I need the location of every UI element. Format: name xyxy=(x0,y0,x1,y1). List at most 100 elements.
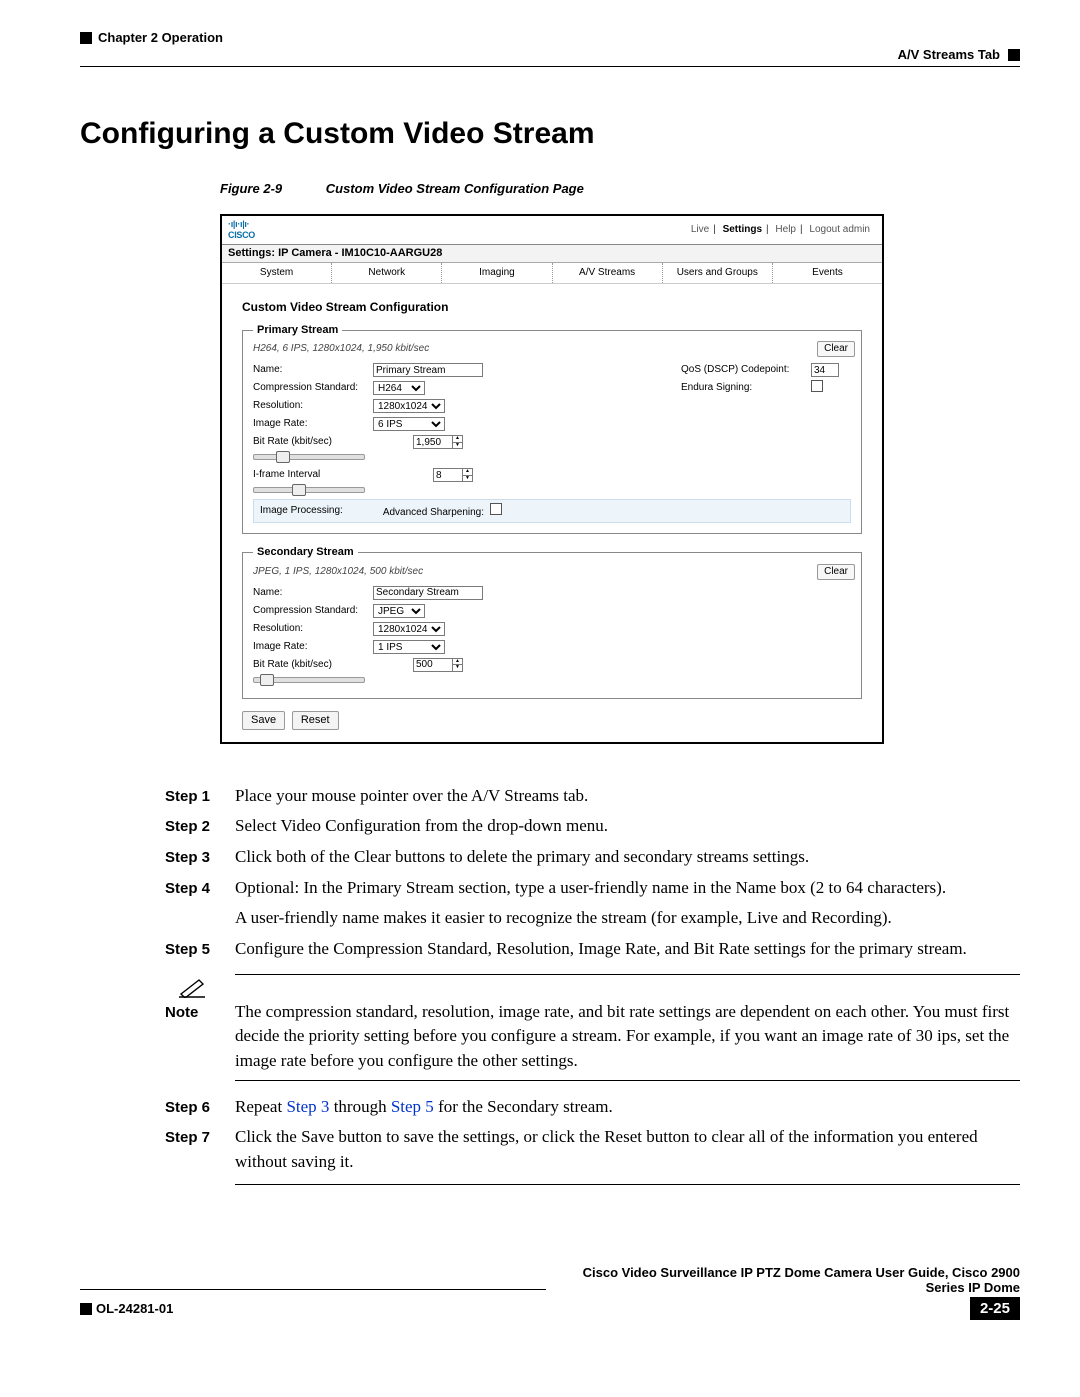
link-help[interactable]: Help xyxy=(775,224,796,235)
primary-bit-label: Bit Rate (kbit/sec) xyxy=(253,436,373,448)
step7-label: Step 7 xyxy=(165,1125,235,1174)
step4-extra: A user-friendly name makes it easier to … xyxy=(235,906,1020,931)
tab-avstreams[interactable]: A/V Streams xyxy=(553,263,663,283)
step2-label: Step 2 xyxy=(165,814,235,839)
step3-body: Click both of the Clear buttons to delet… xyxy=(235,845,1020,870)
save-button[interactable]: Save xyxy=(242,711,285,730)
step6-label: Step 6 xyxy=(165,1095,235,1120)
tab-network[interactable]: Network xyxy=(332,263,442,283)
primary-name-label: Name: xyxy=(253,364,373,376)
iframe-slider[interactable] xyxy=(253,487,365,493)
section-title: Configuring a Custom Video Stream xyxy=(80,117,1020,151)
iframe-label: I-frame Interval xyxy=(253,469,373,481)
tab-system[interactable]: System xyxy=(222,263,332,283)
step5-body: Configure the Compression Standard, Reso… xyxy=(235,937,1020,962)
primary-res-label: Resolution: xyxy=(253,400,373,412)
reset-button[interactable]: Reset xyxy=(292,711,339,730)
step6-link2[interactable]: Step 5 xyxy=(391,1097,434,1116)
secondary-comp-label: Compression Standard: xyxy=(253,605,373,617)
secondary-res-label: Resolution: xyxy=(253,623,373,635)
primary-clear-button[interactable]: Clear xyxy=(817,341,855,357)
secondary-res-select[interactable]: 1280x1024 xyxy=(373,622,445,636)
step2-body: Select Video Configuration from the drop… xyxy=(235,814,1020,839)
step3-label: Step 3 xyxy=(165,845,235,870)
secondary-stream-fieldset: Secondary Stream Clear JPEG, 1 IPS, 1280… xyxy=(242,546,862,698)
sharp-checkbox[interactable] xyxy=(490,503,502,515)
note-body: The compression standard, resolution, im… xyxy=(235,1000,1020,1074)
link-settings[interactable]: Settings xyxy=(723,224,762,235)
secondary-img-select[interactable]: 1 IPS xyxy=(373,640,445,654)
step6-body: Repeat Step 3 through Step 5 for the Sec… xyxy=(235,1095,1020,1120)
secondary-summary: JPEG, 1 IPS, 1280x1024, 500 kbit/sec xyxy=(253,566,851,578)
config-screenshot: ·ı|ı·ı|ı·CISCO Live| Settings| Help| Log… xyxy=(220,214,884,744)
header-marker-right xyxy=(1008,49,1020,61)
step7-body: Click the Save button to save the settin… xyxy=(235,1125,1020,1174)
secondary-bit-label: Bit Rate (kbit/sec) xyxy=(253,659,373,671)
qos-input[interactable] xyxy=(811,363,839,377)
endura-checkbox[interactable] xyxy=(811,380,823,392)
step4-body: Optional: In the Primary Stream section,… xyxy=(235,876,1020,901)
primary-res-select[interactable]: 1280x1024 xyxy=(373,399,445,413)
iframe-spinner[interactable]: ▲▼ xyxy=(463,468,473,482)
secondary-bit-slider[interactable] xyxy=(253,677,365,683)
header-rule xyxy=(80,66,1020,67)
secondary-bit-input[interactable] xyxy=(413,658,453,672)
footer-title: Cisco Video Surveillance IP PTZ Dome Cam… xyxy=(554,1265,1020,1295)
link-live[interactable]: Live xyxy=(691,224,709,235)
primary-name-input[interactable] xyxy=(373,363,483,377)
image-processing-row: Image Processing: Advanced Sharpening: xyxy=(253,499,851,523)
note-label: Note xyxy=(165,1000,235,1074)
step1-body: Place your mouse pointer over the A/V St… xyxy=(235,784,1020,809)
secondary-bit-spinner[interactable]: ▲▼ xyxy=(453,658,463,672)
tab-label: A/V Streams Tab xyxy=(898,47,1000,62)
steps-list: Step 1Place your mouse pointer over the … xyxy=(165,784,1020,1186)
tab-users[interactable]: Users and Groups xyxy=(663,263,773,283)
tab-imaging[interactable]: Imaging xyxy=(442,263,552,283)
page-header: Chapter 2 Operation A/V Streams Tab xyxy=(80,30,1020,62)
figure-title: Custom Video Stream Configuration Page xyxy=(326,181,584,196)
secondary-img-label: Image Rate: xyxy=(253,641,373,653)
figure-number: Figure 2-9 xyxy=(220,181,282,196)
footer-page: 2-25 xyxy=(970,1297,1020,1320)
settings-tabs: System Network Imaging A/V Streams Users… xyxy=(222,263,882,284)
sharp-label: Advanced Sharpening: xyxy=(383,507,484,518)
primary-bit-spinner[interactable]: ▲▼ xyxy=(453,435,463,449)
secondary-name-input[interactable] xyxy=(373,586,483,600)
cisco-logo: ·ı|ı·ı|ı·CISCO xyxy=(228,219,255,241)
chapter-label: Chapter 2 Operation xyxy=(98,30,223,45)
note-icon xyxy=(179,976,205,996)
footer-marker xyxy=(80,1303,92,1315)
top-links: Live| Settings| Help| Logout admin xyxy=(687,224,874,236)
steps-end-rule xyxy=(235,1184,1020,1185)
primary-img-label: Image Rate: xyxy=(253,418,373,430)
tab-events[interactable]: Events xyxy=(773,263,882,283)
primary-stream-fieldset: Primary Stream Clear H264, 6 IPS, 1280x1… xyxy=(242,324,862,534)
primary-comp-select[interactable]: H264 xyxy=(373,381,425,395)
link-logout[interactable]: Logout admin xyxy=(809,224,870,235)
iframe-input[interactable] xyxy=(433,468,463,482)
note-rule-top xyxy=(235,974,1020,975)
proc-label: Image Processing: xyxy=(260,505,343,517)
step5-label: Step 5 xyxy=(165,937,235,962)
primary-comp-label: Compression Standard: xyxy=(253,382,373,394)
figure-caption: Figure 2-9 Custom Video Stream Configura… xyxy=(220,181,1020,196)
settings-title: Settings: IP Camera - IM10C10-AARGU28 xyxy=(222,245,882,263)
secondary-name-label: Name: xyxy=(253,587,373,599)
footer-doc: OL-24281-01 xyxy=(96,1301,173,1316)
primary-bit-input[interactable] xyxy=(413,435,453,449)
qos-label: QoS (DSCP) Codepoint: xyxy=(681,364,811,376)
step6-link1[interactable]: Step 3 xyxy=(286,1097,329,1116)
primary-img-select[interactable]: 6 IPS xyxy=(373,417,445,431)
secondary-comp-select[interactable]: JPEG xyxy=(373,604,425,618)
endura-label: Endura Signing: xyxy=(681,382,811,394)
secondary-clear-button[interactable]: Clear xyxy=(817,564,855,580)
primary-summary: H264, 6 IPS, 1280x1024, 1,950 kbit/sec xyxy=(253,343,851,355)
step1-label: Step 1 xyxy=(165,784,235,809)
step4-label: Step 4 xyxy=(165,876,235,901)
note-rule-bottom xyxy=(235,1080,1020,1081)
secondary-legend: Secondary Stream xyxy=(253,546,358,559)
config-heading: Custom Video Stream Configuration xyxy=(242,300,862,314)
primary-bit-slider[interactable] xyxy=(253,454,365,460)
page-footer: Cisco Video Surveillance IP PTZ Dome Cam… xyxy=(80,1265,1020,1320)
primary-legend: Primary Stream xyxy=(253,324,342,337)
